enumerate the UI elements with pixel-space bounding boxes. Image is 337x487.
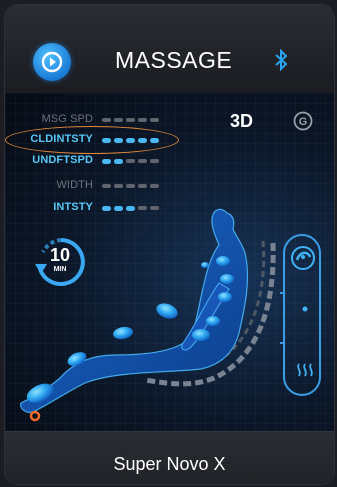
mode-3d-label[interactable]: 3D [230,111,253,132]
orange-ring-icon [29,410,41,422]
bluetooth-icon[interactable] [275,49,287,71]
selected-param-highlight [5,126,179,154]
level-dot [114,206,123,211]
level-dot [150,184,159,188]
app-frame: MASSAGE MSG SPD CLDINTSTY UNDFTSPD WIDTH… [0,0,337,487]
play-button[interactable] [33,43,71,81]
param-level-undftspd [102,159,159,164]
param-label-msg-spd[interactable]: MSG SPD [5,113,93,125]
remote-panel: MASSAGE MSG SPD CLDINTSTY UNDFTSPD WIDTH… [4,4,335,485]
svg-text:G: G [299,116,308,128]
g-circle-icon[interactable]: G [293,111,313,131]
heat-icon[interactable] [294,361,316,381]
play-circle-icon [41,51,63,73]
level-dot [150,159,159,163]
level-dot [102,159,111,164]
param-label-undftspd[interactable]: UNDFTSPD [5,154,93,166]
param-level-width [102,184,159,188]
param-level-intsty [102,206,159,211]
page-title: MASSAGE [115,47,233,73]
timer-value: 10 [49,245,71,265]
level-dot [126,159,135,163]
level-dot [102,184,111,188]
level-dot [114,184,123,188]
device-name: Super Novo X [113,454,226,474]
param-level-msg-spd [102,118,159,122]
level-dot [138,206,147,210]
param-label-width[interactable]: WIDTH [5,179,93,191]
level-dot [114,118,123,122]
level-dot [126,184,135,188]
level-dot [150,206,159,210]
level-dot [102,206,111,211]
center-dot-icon[interactable] [302,306,308,312]
level-dot [126,118,135,122]
level-dot [150,118,159,122]
level-dot [138,159,147,163]
level-dot [126,206,135,211]
massage-display: MSG SPD CLDINTSTY UNDFTSPD WIDTH INTSTY … [5,93,334,431]
footer-bar: Super Novo X [5,431,334,484]
timer-unit: MIN [53,266,67,273]
level-dot [138,118,147,122]
param-label-intsty[interactable]: INTSTY [5,201,93,213]
header-bar: MASSAGE [5,5,334,93]
level-dot [102,118,111,122]
level-dot [138,184,147,188]
shoulder-position-icon[interactable] [290,243,316,273]
level-dot [114,159,123,164]
